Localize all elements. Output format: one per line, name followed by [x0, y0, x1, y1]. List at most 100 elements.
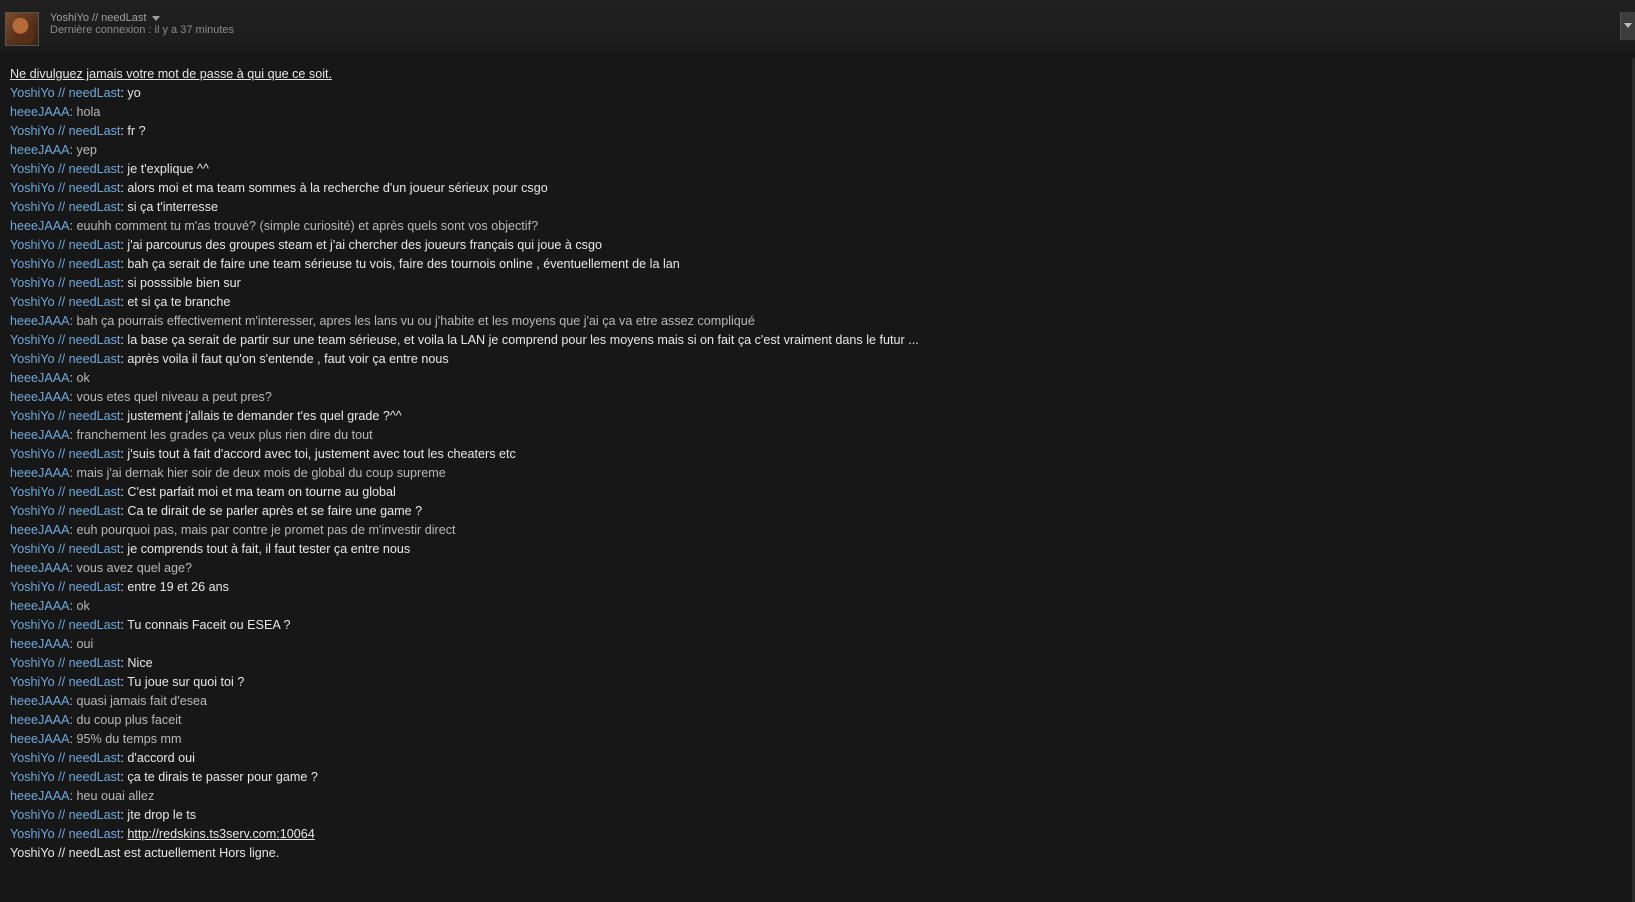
chat-message: heeeJAAA: vous avez quel age?: [10, 559, 1615, 578]
message-sender[interactable]: YoshiYo // needLast: [10, 770, 120, 784]
message-sender[interactable]: YoshiYo // needLast: [10, 485, 120, 499]
message-text: je t'explique ^^: [127, 162, 209, 176]
message-text: euuhh comment tu m'as trouvé? (simple cu…: [76, 219, 539, 233]
chat-message: heeeJAAA: hola: [10, 103, 1615, 122]
chat-message: YoshiYo // needLast: yo: [10, 84, 1615, 103]
message-text: bah ça pourrais effectivement m'interess…: [76, 314, 755, 328]
message-sender[interactable]: heeeJAAA: [10, 105, 70, 119]
chat-message: YoshiYo // needLast: je t'explique ^^: [10, 160, 1615, 179]
message-text: C'est parfait moi et ma team on tourne a…: [127, 485, 396, 499]
message-link[interactable]: http://redskins.ts3serv.com:10064: [127, 827, 314, 841]
message-text: Ca te dirait de se parler après et se fa…: [127, 504, 423, 518]
chat-log: Ne divulguez jamais votre mot de passe à…: [10, 65, 1615, 863]
message-sender[interactable]: YoshiYo // needLast: [10, 181, 120, 195]
message-sender[interactable]: heeeJAAA: [10, 466, 70, 480]
message-sender[interactable]: YoshiYo // needLast: [10, 751, 120, 765]
chat-message: YoshiYo // needLast: Tu connais Faceit o…: [10, 616, 1615, 635]
chat-menu-button[interactable]: [1620, 12, 1635, 40]
offline-status-line: YoshiYo // needLast est actuellement Hor…: [10, 846, 280, 860]
message-sender[interactable]: YoshiYo // needLast: [10, 618, 120, 632]
message-sender[interactable]: YoshiYo // needLast: [10, 827, 120, 841]
sender-separator: :: [69, 713, 77, 727]
message-text: Tu joue sur quoi toi ?: [127, 675, 245, 689]
message-text: heu ouai allez: [76, 789, 155, 803]
security-warning: Ne divulguez jamais votre mot de passe à…: [10, 67, 333, 81]
message-sender[interactable]: YoshiYo // needLast: [10, 276, 120, 290]
sender-separator: :: [69, 523, 77, 537]
message-sender[interactable]: YoshiYo // needLast: [10, 200, 120, 214]
message-sender[interactable]: YoshiYo // needLast: [10, 295, 120, 309]
persona-name-row[interactable]: YoshiYo // needLast: [50, 12, 161, 24]
message-text: la base ça serait de partir sur une team…: [127, 333, 919, 347]
message-sender[interactable]: heeeJAAA: [10, 732, 70, 746]
message-sender[interactable]: heeeJAAA: [10, 428, 70, 442]
message-text: hola: [76, 105, 101, 119]
message-sender[interactable]: heeeJAAA: [10, 694, 70, 708]
message-text: entre 19 et 26 ans: [127, 580, 229, 594]
message-text: mais j'ai dernak hier soir de deux mois …: [76, 466, 446, 480]
message-sender[interactable]: YoshiYo // needLast: [10, 656, 120, 670]
message-sender[interactable]: heeeJAAA: [10, 523, 70, 537]
message-sender[interactable]: YoshiYo // needLast: [10, 409, 120, 423]
avatar[interactable]: [5, 12, 39, 46]
chat-message: YoshiYo // needLast: ça te dirais te pas…: [10, 768, 1615, 787]
message-sender[interactable]: YoshiYo // needLast: [10, 257, 120, 271]
persona-name: YoshiYo // needLast: [50, 12, 147, 24]
message-sender[interactable]: heeeJAAA: [10, 599, 70, 613]
chat-message: heeeJAAA: quasi jamais fait d'esea: [10, 692, 1615, 711]
chat-message: YoshiYo // needLast: bah ça serait de fa…: [10, 255, 1615, 274]
message-sender[interactable]: YoshiYo // needLast: [10, 504, 120, 518]
chat-message: heeeJAAA: ok: [10, 369, 1615, 388]
message-sender[interactable]: YoshiYo // needLast: [10, 542, 120, 556]
chat-message: YoshiYo // needLast: et si ça te branche: [10, 293, 1615, 312]
message-text: yo: [127, 86, 141, 100]
message-text: oui: [76, 637, 94, 651]
sender-separator: :: [69, 466, 77, 480]
message-sender[interactable]: YoshiYo // needLast: [10, 238, 120, 252]
sender-separator: :: [69, 599, 77, 613]
message-sender[interactable]: YoshiYo // needLast: [10, 808, 120, 822]
message-text: et si ça te branche: [127, 295, 231, 309]
message-sender[interactable]: heeeJAAA: [10, 713, 70, 727]
message-sender[interactable]: YoshiYo // needLast: [10, 162, 120, 176]
message-text: ça te dirais te passer pour game ?: [127, 770, 318, 784]
chat-message: heeeJAAA: du coup plus faceit: [10, 711, 1615, 730]
chat-message: YoshiYo // needLast: Tu joue sur quoi to…: [10, 673, 1615, 692]
message-sender[interactable]: YoshiYo // needLast: [10, 447, 120, 461]
message-text: euh pourquoi pas, mais par contre je pro…: [76, 523, 456, 537]
message-sender[interactable]: YoshiYo // needLast: [10, 86, 120, 100]
message-sender[interactable]: heeeJAAA: [10, 390, 70, 404]
message-sender[interactable]: heeeJAAA: [10, 637, 70, 651]
message-text: quasi jamais fait d'esea: [76, 694, 208, 708]
chat-message: heeeJAAA: euuhh comment tu m'as trouvé? …: [10, 217, 1615, 236]
message-text: fr ?: [127, 124, 146, 138]
message-sender[interactable]: heeeJAAA: [10, 143, 70, 157]
message-text: du coup plus faceit: [76, 713, 182, 727]
message-sender[interactable]: YoshiYo // needLast: [10, 580, 120, 594]
message-sender[interactable]: heeeJAAA: [10, 371, 70, 385]
chat-message: YoshiYo // needLast: http://redskins.ts3…: [10, 825, 1615, 844]
message-sender[interactable]: YoshiYo // needLast: [10, 352, 120, 366]
chat-message: heeeJAAA: yep: [10, 141, 1615, 160]
sender-separator: :: [69, 694, 77, 708]
message-text: ok: [76, 371, 90, 385]
message-sender[interactable]: YoshiYo // needLast: [10, 124, 120, 138]
message-sender[interactable]: heeeJAAA: [10, 219, 70, 233]
chat-message: YoshiYo // needLast: après voila il faut…: [10, 350, 1615, 369]
message-list: YoshiYo // needLast: yo heeeJAAA: hola Yos…: [10, 84, 1615, 844]
chat-message: YoshiYo // needLast: la base ça serait d…: [10, 331, 1615, 350]
message-sender[interactable]: heeeJAAA: [10, 561, 70, 575]
message-text: 95% du temps mm: [76, 732, 182, 746]
message-sender[interactable]: heeeJAAA: [10, 789, 70, 803]
chat-message: YoshiYo // needLast: j'ai parcourus des …: [10, 236, 1615, 255]
sender-separator: :: [69, 105, 77, 119]
sender-separator: :: [69, 219, 77, 233]
message-sender[interactable]: YoshiYo // needLast: [10, 333, 120, 347]
message-text: Nice: [127, 656, 153, 670]
chat-message: YoshiYo // needLast: Ca te dirait de se …: [10, 502, 1615, 521]
message-text: justement j'allais te demander t'es quel…: [127, 409, 402, 423]
message-sender[interactable]: YoshiYo // needLast: [10, 675, 120, 689]
sender-separator: :: [69, 371, 77, 385]
message-sender[interactable]: heeeJAAA: [10, 314, 70, 328]
chevron-down-icon[interactable]: [152, 16, 161, 21]
